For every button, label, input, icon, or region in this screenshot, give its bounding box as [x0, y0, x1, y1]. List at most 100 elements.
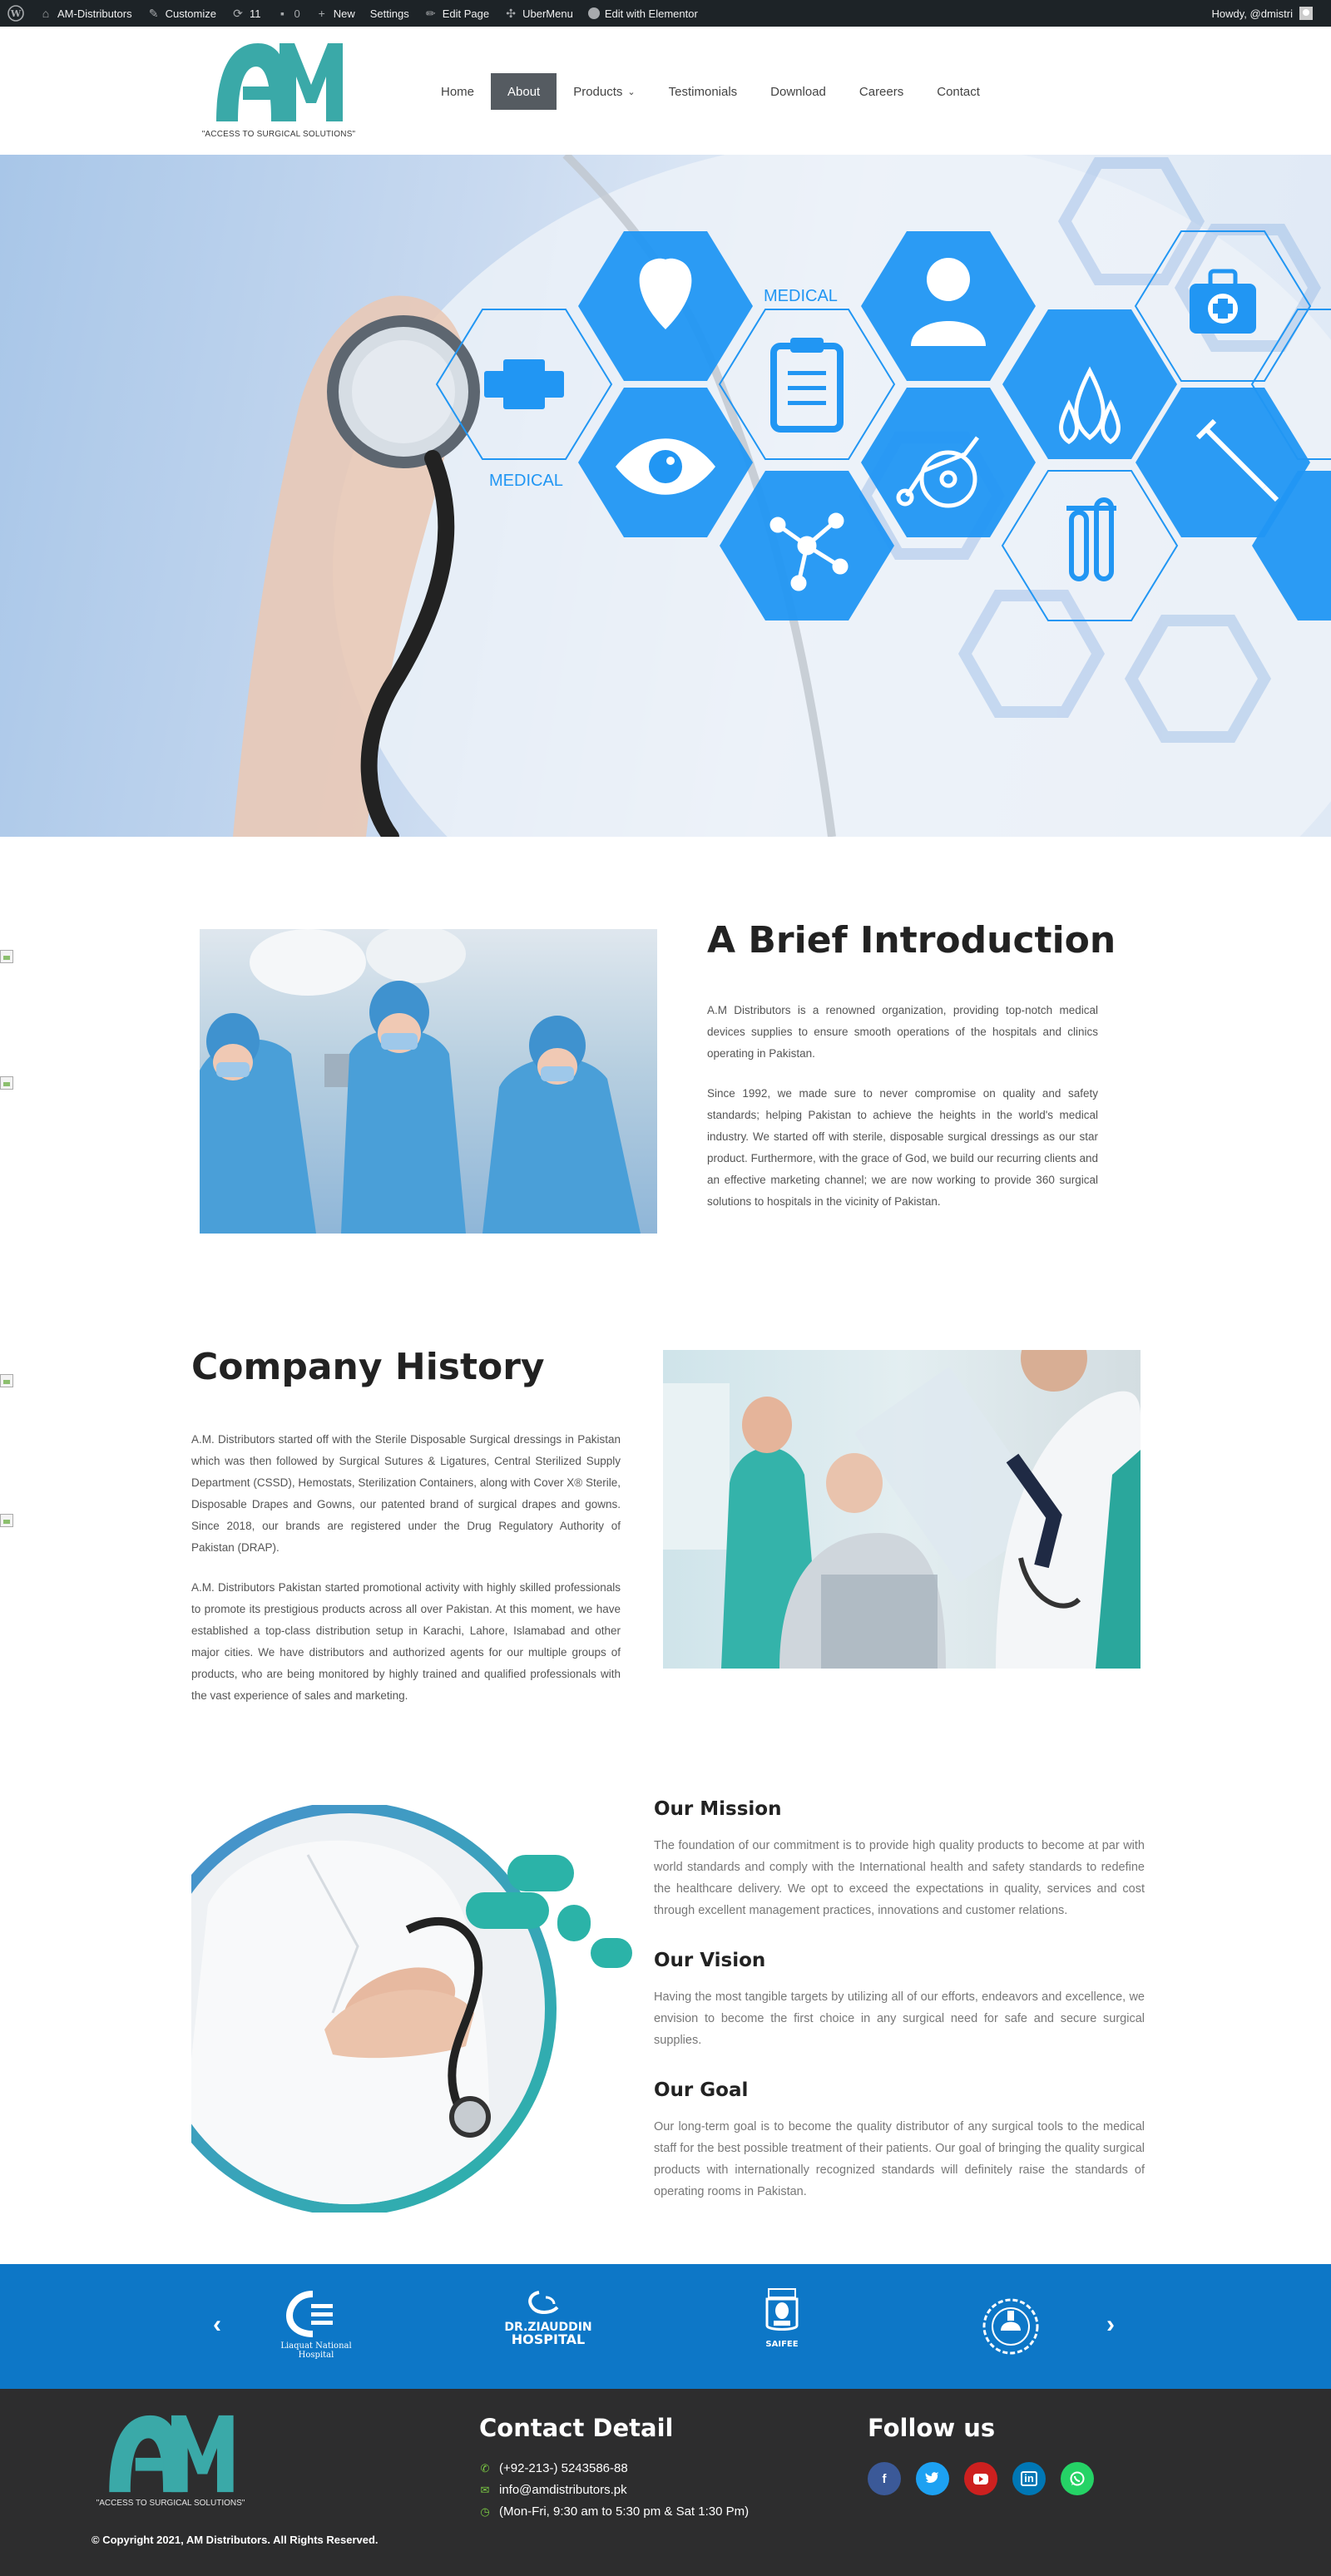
elementor-link[interactable]: Edit with Elementor — [581, 0, 705, 27]
ubermenu-link[interactable]: ✣ UberMenu — [497, 0, 581, 27]
am-logo-icon — [109, 2415, 234, 2493]
facebook-link[interactable]: f — [868, 2462, 901, 2495]
nav-item-contact[interactable]: Contact — [920, 73, 997, 110]
logo-tagline: "ACCESS TO SURGICAL SOLUTIONS" — [201, 130, 356, 139]
nav-label: Products — [573, 84, 623, 99]
site-name-label: AM-Distributors — [57, 7, 132, 20]
am-logo-icon — [216, 43, 343, 121]
site-logo[interactable]: "ACCESS TO SURGICAL SOLUTIONS" — [200, 35, 358, 148]
history-text: A.M. Distributors started off with the S… — [191, 1429, 621, 1725]
phone-text: (+92-213-) 5243586-88 — [499, 2461, 628, 2475]
saifee-logo-icon — [765, 2288, 799, 2331]
ziauddin-logo-icon — [528, 2291, 559, 2314]
doctor-circle-illustration — [142, 1802, 641, 2216]
partner-logo-ziauddin[interactable]: DR.ZIAUDDIN HOSPITAL — [496, 2289, 601, 2346]
intro-image-surgeons — [200, 929, 657, 1234]
nav-item-about[interactable]: About — [491, 73, 557, 110]
email-text: info@amdistributors.pk — [499, 2483, 627, 2497]
nav-item-testimonials[interactable]: Testimonials — [652, 73, 755, 110]
linkedin-link[interactable]: in — [1012, 2462, 1046, 2495]
nav-label: Contact — [937, 84, 980, 99]
partner-logo-saifee[interactable]: SAIFEE — [759, 2287, 805, 2349]
updates-count: 11 — [250, 7, 261, 20]
contact-hours: ◷ (Mon-Fri, 9:30 am to 5:30 pm & Sat 1:3… — [479, 2504, 749, 2519]
youtube-link[interactable] — [964, 2462, 997, 2495]
contact-email[interactable]: ✉ info@amdistributors.pk — [479, 2483, 627, 2497]
pencil-icon: ✏ — [425, 7, 436, 20]
partners-carousel: ‹ › Liaquat National Hospital DR.ZIAUDDI… — [0, 2264, 1331, 2389]
whatsapp-icon — [1070, 2471, 1085, 2486]
customize-link[interactable]: ✎ Customize — [140, 0, 224, 27]
nav-label: About — [507, 84, 541, 99]
admin-bar: W ⌂ AM-Distributors ✎ Customize ⟳ 11 ▪ 0… — [0, 0, 1331, 27]
broken-image-icon — [0, 950, 13, 963]
partner-name: HOSPITAL — [511, 2331, 586, 2347]
nav-item-download[interactable]: Download — [754, 73, 843, 110]
hours-text: (Mon-Fri, 9:30 am to 5:30 pm & Sat 1:30 … — [499, 2504, 750, 2519]
intro-paragraph: A.M Distributors is a renowned organizat… — [707, 1004, 1098, 1060]
broken-image-icon — [0, 1374, 13, 1387]
linkedin-icon: in — [1021, 2471, 1037, 2486]
goal-text: Our long-term goal is to become the qual… — [654, 2120, 1145, 2198]
carousel-next-button[interactable]: › — [1106, 2311, 1115, 2339]
liaquat-logo-icon — [285, 2291, 333, 2337]
intro-paragraph: Since 1992, we made sure to never compro… — [707, 1087, 1098, 1208]
vision-text: Having the most tangible targets by util… — [654, 1990, 1145, 2047]
settings-label: Settings — [369, 7, 409, 20]
chevron-down-icon: ⌄ — [627, 87, 636, 97]
history-paragraph: A.M. Distributors Pakistan started promo… — [191, 1581, 621, 1702]
new-content-link[interactable]: + New — [308, 0, 363, 27]
envelope-icon: ✉ — [480, 2483, 490, 2496]
avatar — [1299, 7, 1313, 20]
updates-link[interactable]: ⟳ 11 — [224, 0, 269, 27]
wordpress-logo-button[interactable]: W — [0, 0, 32, 27]
partner-logo-emblem[interactable] — [978, 2294, 1043, 2363]
ubermenu-icon: ✣ — [506, 7, 516, 20]
phone-icon: ✆ — [480, 2461, 490, 2475]
wordpress-icon: W — [7, 5, 24, 22]
nav-label: Home — [441, 84, 475, 99]
nav-label: Download — [770, 84, 826, 99]
comments-link[interactable]: ▪ 0 — [269, 0, 308, 27]
copyright: © Copyright 2021, AM Distributors. All R… — [92, 2534, 379, 2546]
account-menu[interactable]: Howdy, @dmistri — [1212, 7, 1331, 20]
clock-icon: ◷ — [480, 2504, 490, 2518]
intro-text: A.M Distributors is a renowned organizat… — [707, 1000, 1098, 1231]
edit-page-link[interactable]: ✏ Edit Page — [417, 0, 497, 27]
follow-title: Follow us — [868, 2414, 996, 2442]
customize-label: Customize — [165, 7, 216, 20]
home-icon: ⌂ — [42, 7, 50, 20]
partner-logo-liaquat[interactable]: Liaquat National Hospital — [265, 2289, 368, 2360]
settings-link[interactable]: Settings — [363, 0, 417, 27]
history-title: Company History — [191, 1346, 545, 1388]
nav-item-home[interactable]: Home — [424, 73, 491, 110]
facebook-icon: f — [882, 2471, 887, 2486]
youtube-icon — [973, 2473, 988, 2485]
nav-item-products[interactable]: Products ⌄ — [557, 73, 651, 110]
nav-item-careers[interactable]: Careers — [843, 73, 920, 110]
contact-phone[interactable]: ✆ (+92-213-) 5243586-88 — [479, 2461, 628, 2475]
hero-medical-label-left: MEDICAL — [489, 472, 563, 490]
elementor-icon — [587, 7, 600, 19]
intro-title: A Brief Introduction — [707, 919, 1116, 962]
main-nav: Home About Products ⌄ Testimonials Downlo… — [424, 73, 997, 110]
broken-image-icon — [0, 1514, 13, 1527]
edit-page-label: Edit Page — [442, 7, 490, 20]
history-paragraph: A.M. Distributors started off with the S… — [191, 1433, 621, 1554]
brush-icon: ✎ — [148, 7, 159, 20]
site-name-link[interactable]: ⌂ AM-Distributors — [32, 0, 140, 27]
mission-title: Our Mission — [654, 1798, 782, 1820]
elementor-label: Edit with Elementor — [604, 7, 698, 20]
contact-title: Contact Detail — [479, 2414, 674, 2442]
broken-image-icon — [0, 1076, 13, 1090]
comment-icon: ▪ — [280, 7, 285, 20]
twitter-icon — [925, 2472, 939, 2483]
howdy-label: Howdy, @dmistri — [1211, 7, 1293, 20]
whatsapp-link[interactable] — [1061, 2462, 1094, 2495]
footer-logo[interactable]: "ACCESS TO SURGICAL SOLUTIONS" — [92, 2407, 250, 2515]
carousel-prev-button[interactable]: ‹ — [213, 2311, 221, 2339]
hospital-emblem-icon — [982, 2298, 1039, 2355]
new-label: New — [333, 7, 355, 20]
twitter-link[interactable] — [916, 2462, 949, 2495]
nav-label: Testimonials — [668, 84, 738, 99]
